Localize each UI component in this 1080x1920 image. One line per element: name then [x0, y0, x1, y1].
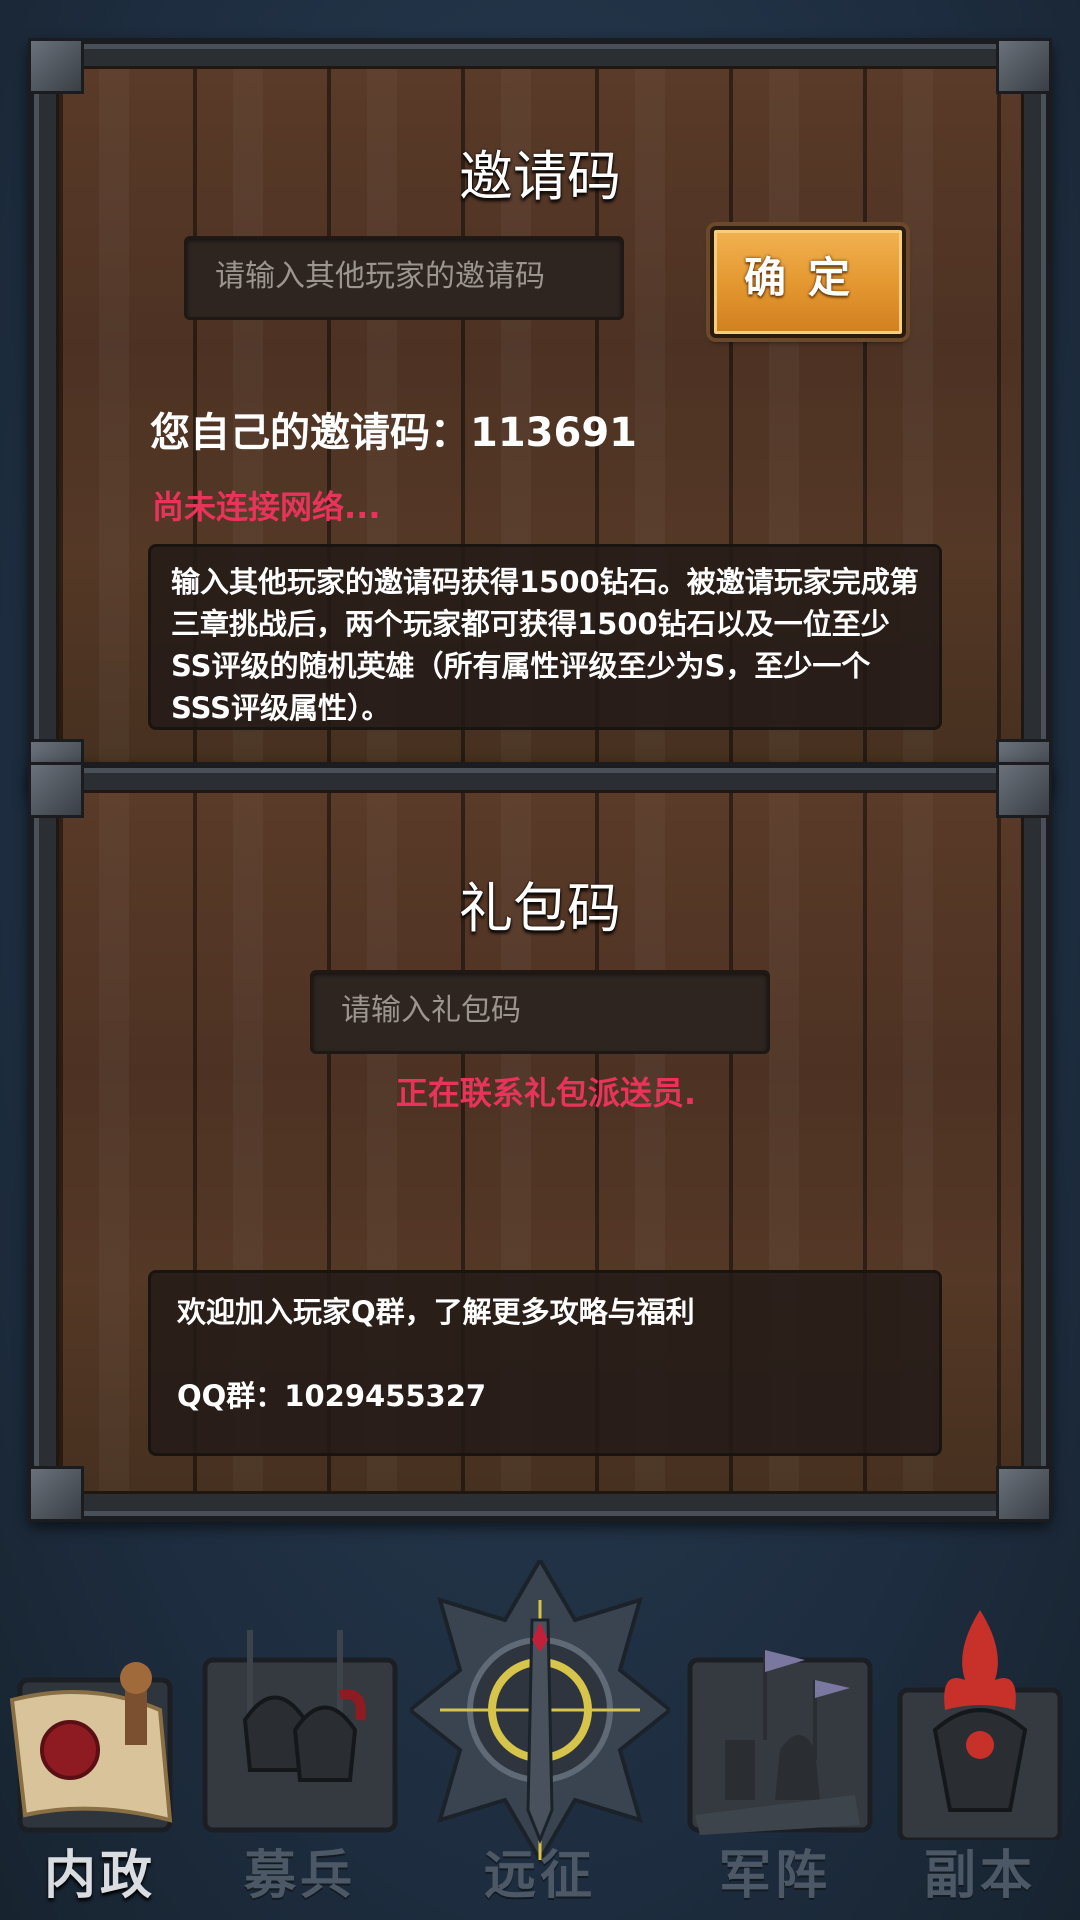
corner-ornament [28, 38, 84, 94]
own-code-value: 113691 [470, 410, 637, 456]
invite-description: 输入其他玩家的邀请码获得1500钻石。被邀请玩家完成第三章挑战后，两个玩家都可获… [171, 565, 919, 725]
corner-ornament [996, 1466, 1052, 1522]
nav-label: 远征 [483, 1846, 596, 1906]
confirm-button[interactable]: 确定 [710, 226, 906, 338]
invite-panel: 邀请码 请输入其他玩家的邀请码 确定 您自己的邀请码：113691 尚未连接网络… [28, 38, 1052, 795]
qq-group-box: 欢迎加入玩家Q群，了解更多攻略与福利 QQ群：1029455327 [148, 1270, 942, 1456]
nav-tab-internal-affairs[interactable]: 内政 [0, 1620, 200, 1920]
network-status: 尚未连接网络... [152, 488, 381, 526]
scroll-seal-icon [9, 1662, 173, 1833]
corner-ornament [996, 762, 1052, 818]
corner-ornament [28, 762, 84, 818]
qq-group-invite-text: 欢迎加入玩家Q群，了解更多攻略与福利 [177, 1295, 695, 1329]
invite-description-box: 输入其他玩家的邀请码获得1500钻石。被邀请玩家完成第三章挑战后，两个玩家都可获… [148, 544, 942, 730]
nav-tab-expedition[interactable]: 远征 [430, 1620, 650, 1920]
own-code-label: 您自己的邀请码： [150, 410, 470, 456]
gift-title: 礼包码 [459, 877, 621, 940]
chess-pieces-icon [687, 1650, 873, 1835]
corner-ornament [28, 1466, 84, 1522]
nav-tab-formation[interactable]: 军阵 [665, 1620, 885, 1920]
own-invite-code: 您自己的邀请码：113691 [150, 400, 637, 458]
flame-demon-icon [897, 1610, 1063, 1840]
qq-group-number: QQ群：1029455327 [177, 1379, 487, 1413]
nav-tab-recruit[interactable]: 募兵 [190, 1620, 410, 1920]
gift-status: 正在联系礼包派送员. [395, 1074, 697, 1112]
invite-title: 邀请码 [459, 145, 621, 208]
nav-label: 副本 [923, 1846, 1036, 1906]
nav-label: 军阵 [718, 1846, 831, 1906]
bottom-nav: 内政 募兵 远征 军阵 副本 [0, 1560, 1080, 1920]
corner-ornament [996, 38, 1052, 94]
invite-code-input[interactable]: 请输入其他玩家的邀请码 [184, 236, 624, 320]
nav-label: 内政 [43, 1846, 156, 1906]
nav-tab-dungeon[interactable]: 副本 [880, 1610, 1080, 1920]
nav-label: 募兵 [243, 1846, 356, 1906]
gift-panel: 礼包码 请输入礼包码 正在联系礼包派送员. 欢迎加入玩家Q群，了解更多攻略与福利… [28, 762, 1052, 1522]
helmets-icon [202, 1630, 398, 1833]
gift-code-input[interactable]: 请输入礼包码 [310, 970, 770, 1054]
